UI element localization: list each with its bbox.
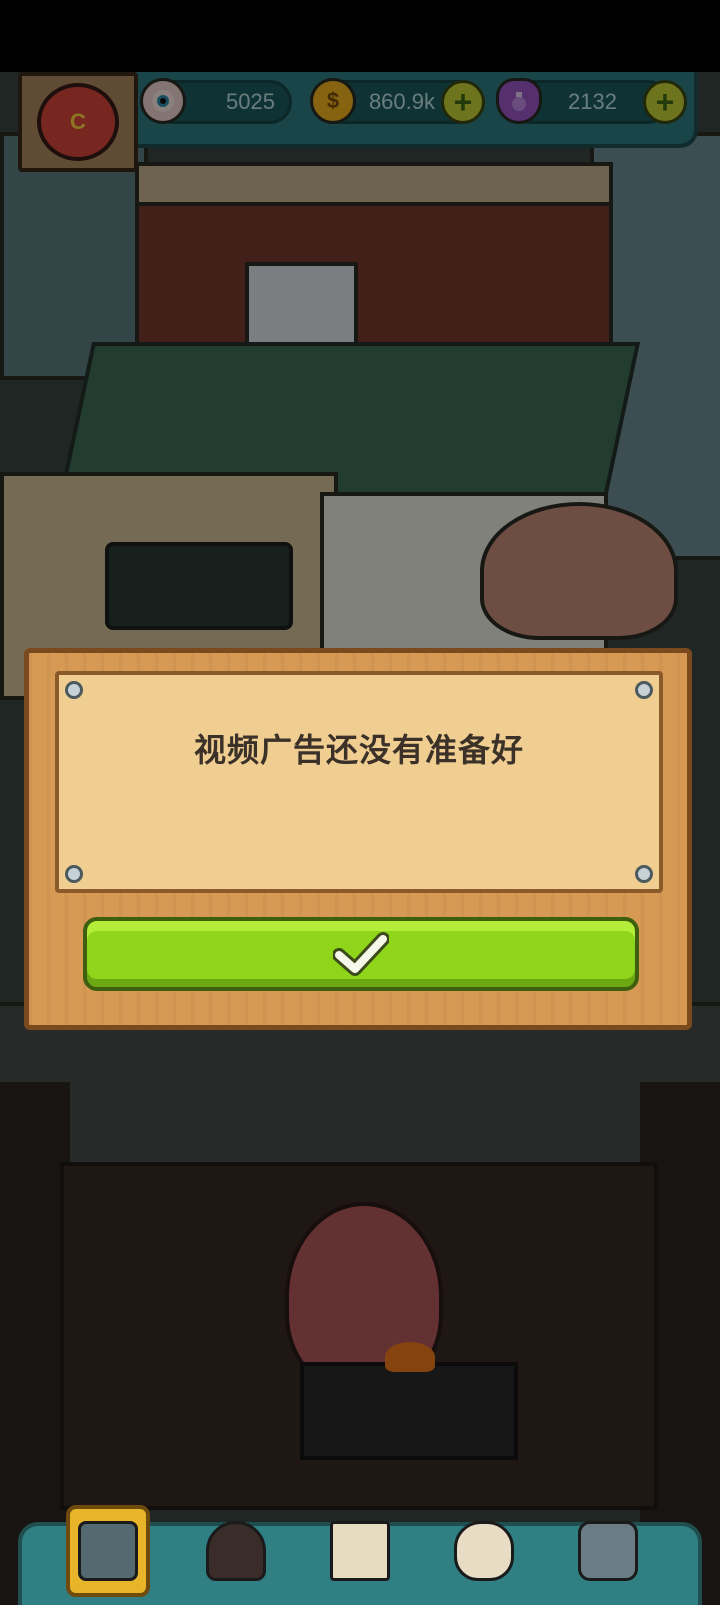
nav-shop[interactable] — [66, 1505, 150, 1597]
dialog-message: 视频广告还没有准备好 — [193, 732, 524, 768]
nav-menu[interactable] — [566, 1505, 650, 1597]
rivet-icon — [635, 681, 653, 699]
confirm-button[interactable] — [83, 917, 639, 991]
shop-icon — [78, 1521, 138, 1581]
grid-menu-icon — [578, 1521, 638, 1581]
checkmark-icon — [333, 932, 389, 976]
furnace-icon — [206, 1521, 266, 1581]
status-bar — [0, 0, 720, 72]
money-bag-icon — [454, 1521, 514, 1581]
rivet-icon — [65, 681, 83, 699]
nav-bag[interactable] — [442, 1505, 526, 1597]
book-icon — [330, 1521, 390, 1581]
dialog-paper: 视频广告还没有准备好 — [55, 671, 663, 893]
notice-dialog: 视频广告还没有准备好 — [24, 648, 692, 1030]
nav-recipes[interactable] — [318, 1505, 402, 1597]
rivet-icon — [65, 865, 83, 883]
rivet-icon — [635, 865, 653, 883]
nav-furnace[interactable] — [194, 1505, 278, 1597]
